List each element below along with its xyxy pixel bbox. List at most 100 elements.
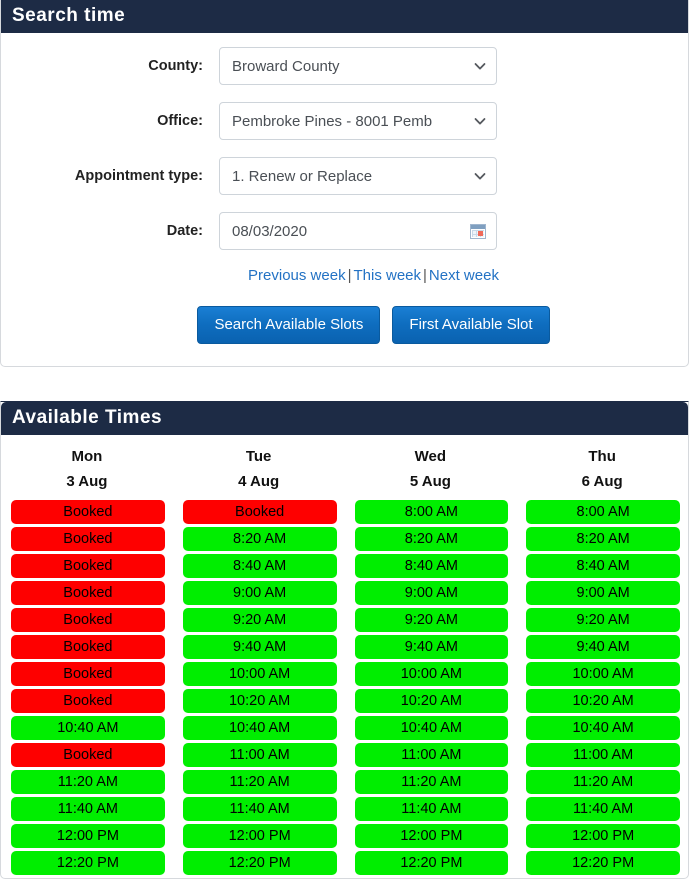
available-slot-button[interactable]: 12:20 PM <box>11 851 165 875</box>
date-input-value[interactable]: 08/03/2020 <box>232 223 470 240</box>
this-week-link[interactable]: This week <box>353 267 421 284</box>
available-slot-button[interactable]: 9:40 AM <box>182 635 337 659</box>
date-field[interactable]: 08/03/2020 <box>219 212 497 250</box>
time-slot-row: Booked 8:20 AM 8:20 AM 8:20 AM <box>1 527 688 554</box>
county-selected-value: Broward County <box>232 57 340 75</box>
available-slot-button[interactable]: 8:00 AM <box>526 500 680 524</box>
day-header-row: Mon 3 Aug Tue 4 Aug Wed 5 Aug Thu 6 Aug <box>1 435 688 500</box>
appointment-type-label: Appointment type: <box>74 168 203 184</box>
available-slot-button[interactable]: 8:00 AM <box>354 500 509 524</box>
available-slot-button[interactable]: 11:40 AM <box>11 797 165 821</box>
time-slot-cell: 11:40 AM <box>516 797 688 821</box>
day-column-header-wed: Wed 5 Aug <box>345 444 517 494</box>
time-slot-row: 11:20 AM 11:20 AM 11:20 AM 11:20 AM <box>1 770 688 797</box>
available-slot-button[interactable]: 12:20 PM <box>354 851 509 875</box>
time-slot-cell: 8:20 AM <box>345 527 517 551</box>
available-slot-button[interactable]: 9:40 AM <box>354 635 509 659</box>
available-slot-button[interactable]: 11:00 AM <box>354 743 509 767</box>
week-link-separator-2: | <box>423 267 427 284</box>
search-available-slots-button[interactable]: Search Available Slots <box>197 306 381 344</box>
available-slot-button[interactable]: 9:20 AM <box>526 608 680 632</box>
next-week-link[interactable]: Next week <box>429 267 499 284</box>
available-slot-button[interactable]: 8:20 AM <box>182 527 337 551</box>
available-times-panel: Available Times Mon 3 Aug Tue 4 Aug Wed … <box>0 401 689 879</box>
time-slot-row: 11:40 AM 11:40 AM 11:40 AM 11:40 AM <box>1 797 688 824</box>
available-slot-button[interactable]: 9:00 AM <box>526 581 680 605</box>
available-slot-button[interactable]: 9:20 AM <box>354 608 509 632</box>
time-slot-cell: 8:00 AM <box>345 500 517 524</box>
time-slot-cell: 11:00 AM <box>345 743 517 767</box>
day-column-header-thu: Thu 6 Aug <box>516 444 688 494</box>
available-slot-button[interactable]: 11:20 AM <box>182 770 337 794</box>
available-slot-button[interactable]: 10:00 AM <box>182 662 337 686</box>
week-navigation: Previous week | This week | Next week <box>1 267 688 284</box>
time-slot-cell: Booked <box>1 689 173 713</box>
time-slot-cell: 8:40 AM <box>345 554 517 578</box>
calendar-icon[interactable] <box>470 223 486 239</box>
county-select[interactable]: Broward County <box>219 47 497 85</box>
office-select[interactable]: Pembroke Pines - 8001 Pemb <box>219 102 497 140</box>
booked-slot: Booked <box>11 689 165 713</box>
available-slot-button[interactable]: 11:20 AM <box>354 770 509 794</box>
available-slot-button[interactable]: 10:20 AM <box>354 689 509 713</box>
available-slot-button[interactable]: 12:00 PM <box>182 824 337 848</box>
available-slot-button[interactable]: 11:00 AM <box>526 743 680 767</box>
search-time-header: Search time <box>1 0 688 33</box>
time-slot-cell: 12:20 PM <box>173 851 345 875</box>
available-slot-button[interactable]: 9:00 AM <box>354 581 509 605</box>
time-slot-row: Booked 10:20 AM 10:20 AM 10:20 AM <box>1 689 688 716</box>
first-available-slot-button[interactable]: First Available Slot <box>392 306 550 344</box>
available-slot-button[interactable]: 11:20 AM <box>526 770 680 794</box>
available-slot-button[interactable]: 10:00 AM <box>526 662 680 686</box>
available-slot-button[interactable]: 9:00 AM <box>182 581 337 605</box>
booked-slot: Booked <box>11 743 165 767</box>
time-slot-row: 12:20 PM 12:20 PM 12:20 PM 12:20 PM <box>1 851 688 878</box>
available-slot-button[interactable]: 8:20 AM <box>526 527 680 551</box>
available-slot-button[interactable]: 10:40 AM <box>354 716 509 740</box>
day-of-week: Thu <box>588 448 616 465</box>
booked-slot: Booked <box>11 608 165 632</box>
office-row: Office: Pembroke Pines - 8001 Pemb <box>1 102 688 140</box>
appointment-type-select[interactable]: 1. Renew or Replace <box>219 157 497 195</box>
time-slot-cell: 12:00 PM <box>516 824 688 848</box>
available-slot-button[interactable]: 10:40 AM <box>11 716 165 740</box>
chevron-down-icon <box>474 170 486 182</box>
available-slot-button[interactable]: 10:00 AM <box>354 662 509 686</box>
available-slot-button[interactable]: 8:40 AM <box>182 554 337 578</box>
available-slot-button[interactable]: 11:00 AM <box>182 743 337 767</box>
time-slot-cell: 12:20 PM <box>345 851 517 875</box>
time-slot-cell: Booked <box>173 500 345 524</box>
available-slot-button[interactable]: 9:40 AM <box>526 635 680 659</box>
available-slot-button[interactable]: 12:20 PM <box>526 851 680 875</box>
appointment-type-selected-value: 1. Renew or Replace <box>232 167 373 185</box>
time-slot-cell: 8:40 AM <box>173 554 345 578</box>
time-slot-cell: 8:20 AM <box>173 527 345 551</box>
time-slot-cell: 10:40 AM <box>516 716 688 740</box>
available-slot-button[interactable]: 9:20 AM <box>182 608 337 632</box>
time-slot-row: Booked Booked 8:00 AM 8:00 AM <box>1 500 688 527</box>
time-slot-cell: 8:20 AM <box>516 527 688 551</box>
available-slot-button[interactable]: 10:20 AM <box>526 689 680 713</box>
available-slot-button[interactable]: 12:20 PM <box>182 851 337 875</box>
available-slot-button[interactable]: 12:00 PM <box>354 824 509 848</box>
available-slot-button[interactable]: 8:20 AM <box>354 527 509 551</box>
previous-week-link[interactable]: Previous week <box>248 267 346 284</box>
available-slot-button[interactable]: 10:20 AM <box>182 689 337 713</box>
available-slot-button[interactable]: 11:40 AM <box>354 797 509 821</box>
available-slot-button[interactable]: 11:20 AM <box>11 770 165 794</box>
panel-gap <box>0 367 689 401</box>
time-slot-cell: 11:20 AM <box>516 770 688 794</box>
available-slot-button[interactable]: 12:00 PM <box>526 824 680 848</box>
day-of-week: Wed <box>414 448 447 465</box>
available-slot-button[interactable]: 8:40 AM <box>354 554 509 578</box>
time-slot-cell: 10:00 AM <box>345 662 517 686</box>
time-slot-row: 12:00 PM 12:00 PM 12:00 PM 12:00 PM <box>1 824 688 851</box>
time-slot-cell: 12:20 PM <box>1 851 173 875</box>
available-slot-button[interactable]: 8:40 AM <box>526 554 680 578</box>
available-slot-button[interactable]: 10:40 AM <box>526 716 680 740</box>
county-label: County: <box>148 58 203 74</box>
available-slot-button[interactable]: 10:40 AM <box>182 716 337 740</box>
available-slot-button[interactable]: 11:40 AM <box>526 797 680 821</box>
available-slot-button[interactable]: 12:00 PM <box>11 824 165 848</box>
available-slot-button[interactable]: 11:40 AM <box>182 797 337 821</box>
